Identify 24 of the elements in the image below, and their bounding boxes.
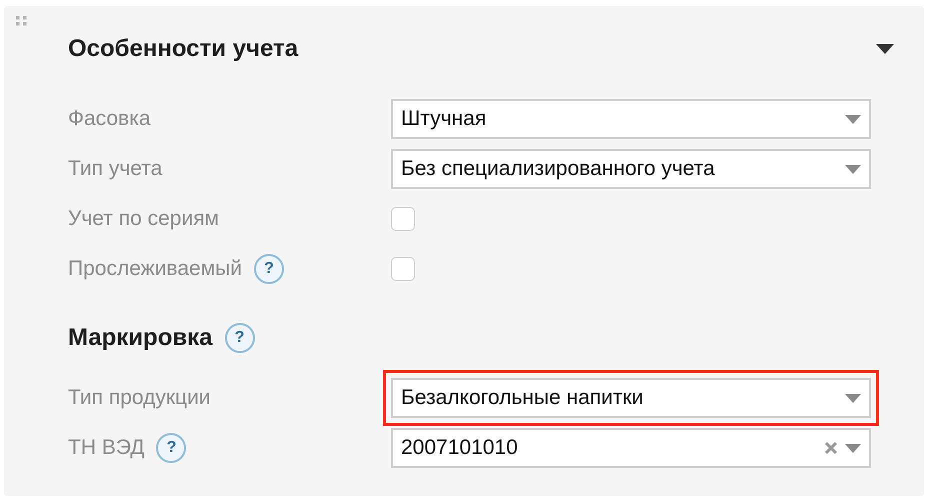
field-label: ТН ВЭД — [68, 435, 144, 462]
drag-handle-icon[interactable] — [16, 16, 28, 26]
field-label: Учет по сериям — [68, 206, 219, 232]
caret-icon — [845, 164, 861, 174]
field-label: Фасовка — [68, 106, 151, 132]
field-label: Прослеживаемый — [68, 256, 242, 282]
section-title: Маркировка — [68, 323, 212, 353]
dropdown-field[interactable]: Без специализированного учета — [391, 149, 871, 189]
help-icon[interactable]: ? — [254, 254, 284, 284]
field-label: Тип учета — [68, 156, 162, 182]
caret-icon — [845, 114, 861, 124]
caret-icon — [845, 394, 861, 402]
dropdown-field[interactable]: Безалкогольные напитки — [391, 378, 871, 418]
clear-icon[interactable] — [825, 442, 837, 454]
dropdown-field[interactable]: 2007101010 — [391, 428, 871, 468]
section-title: Особенности учета — [68, 34, 298, 64]
help-icon[interactable]: ? — [224, 323, 254, 353]
checkbox[interactable] — [391, 207, 415, 231]
dropdown-field[interactable]: Штучная — [391, 99, 871, 139]
help-icon[interactable]: ? — [156, 433, 186, 463]
collapse-caret-icon[interactable] — [876, 44, 894, 54]
field-label: Тип продукции — [68, 385, 211, 412]
checkbox[interactable] — [391, 257, 415, 281]
caret-icon — [845, 444, 861, 452]
